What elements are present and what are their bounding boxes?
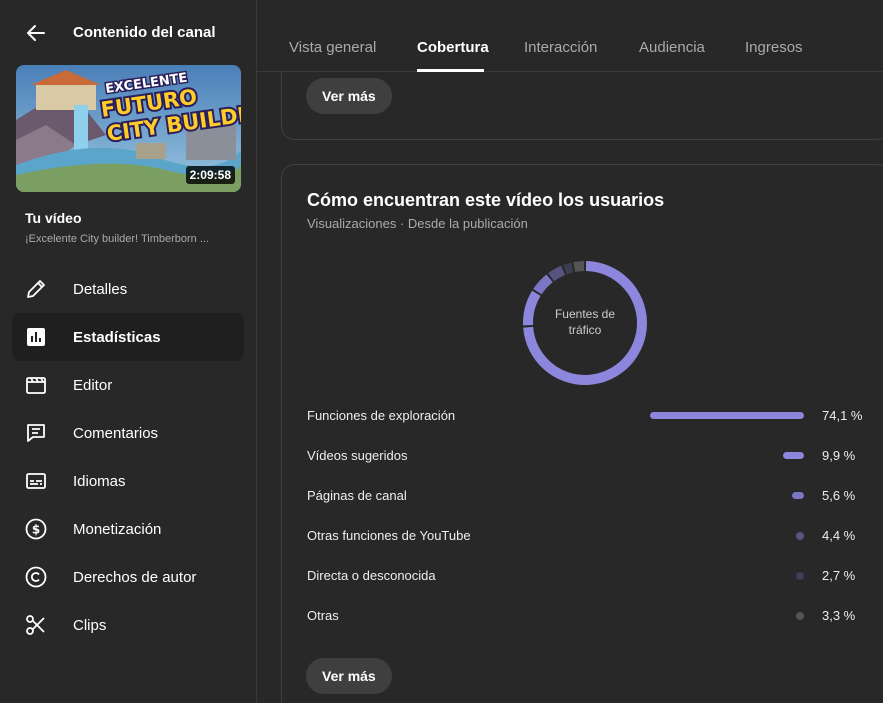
tab-cobertura[interactable]: Cobertura (417, 39, 489, 56)
traffic-source-bar (650, 412, 804, 419)
donut-slice (533, 274, 553, 295)
sidebar-item-clips[interactable]: Clips (0, 601, 256, 649)
main-content: Ver más Vista general Cobertura Interacc… (257, 0, 883, 703)
see-more-button[interactable]: Ver más (306, 658, 392, 694)
traffic-source-dot (796, 532, 804, 540)
traffic-source-row: Páginas de canal 5,6 % (282, 475, 883, 515)
sidebar-item-label: Derechos de autor (73, 569, 197, 586)
sidebar-item-label: Monetización (73, 521, 162, 538)
traffic-source-label: Otras funciones de YouTube (307, 528, 471, 543)
sidebar: Contenido del canal EXCELENTE FUTURO CIT… (0, 0, 257, 703)
sidebar-item-label: Detalles (73, 281, 128, 298)
traffic-source-bar (783, 452, 804, 459)
traffic-source-row: Vídeos sugeridos 9,9 % (282, 435, 883, 475)
arrow-back-icon (27, 25, 45, 41)
traffic-source-label: Directa o desconocida (307, 568, 436, 583)
subtitles-icon (24, 469, 48, 493)
sidebar-nav: Detalles Estadísticas Editor Comentarios (0, 265, 256, 649)
pencil-icon (24, 277, 48, 301)
traffic-source-percent: 9,9 % (822, 448, 856, 463)
sidebar-item-monetizacion[interactable]: $ Monetización (0, 505, 256, 553)
traffic-source-row: Otras funciones de YouTube 4,4 % (282, 515, 883, 555)
card-subtitle: Visualizaciones · Desde la publicación (307, 216, 528, 231)
sidebar-item-label: Comentarios (73, 425, 159, 442)
traffic-source-dot (796, 572, 804, 580)
traffic-source-label: Funciones de exploración (307, 408, 456, 423)
donut-slice (563, 262, 574, 275)
video-duration: 2:09:58 (185, 166, 235, 184)
tab-interaccion[interactable]: Interacción (524, 39, 597, 56)
active-tab-indicator (417, 69, 484, 72)
traffic-source-bar (792, 492, 804, 499)
sidebar-item-label: Clips (73, 617, 107, 634)
app: Contenido del canal EXCELENTE FUTURO CIT… (0, 0, 883, 703)
dollar-icon: $ (24, 517, 48, 541)
traffic-source-row: Funciones de exploración 74,1 % (282, 395, 883, 435)
scissors-icon (24, 613, 48, 637)
analytics-icon (24, 325, 48, 349)
copyright-icon (24, 565, 48, 589)
sidebar-header: Contenido del canal (0, 0, 256, 64)
tab-vista-general[interactable]: Vista general (289, 39, 376, 56)
comment-icon (24, 421, 48, 445)
traffic-sources-card: Cómo encuentran este vídeo los usuarios … (281, 164, 883, 703)
your-video-label: Tu vídeo (25, 210, 82, 226)
traffic-source-percent: 2,7 % (822, 568, 856, 583)
video-thumbnail[interactable]: EXCELENTE FUTURO CITY BUILDER 2:09:58 (16, 65, 241, 192)
traffic-source-label: Otras (307, 608, 339, 623)
sidebar-item-label: Idiomas (73, 473, 126, 490)
sidebar-item-idiomas[interactable]: Idiomas (0, 457, 256, 505)
traffic-source-label: Páginas de canal (307, 488, 407, 503)
traffic-source-percent: 3,3 % (822, 608, 856, 623)
traffic-source-row: Directa o desconocida 2,7 % (282, 555, 883, 595)
previous-card: Ver más (281, 60, 883, 140)
video-title: ¡Excelente City builder! Timberborn ... (25, 233, 210, 245)
sidebar-item-derechos-de-autor[interactable]: Derechos de autor (0, 553, 256, 601)
sidebar-item-label: Estadísticas (73, 329, 161, 346)
traffic-source-dot (796, 612, 804, 620)
traffic-source-percent: 4,4 % (822, 528, 856, 543)
donut-slice (548, 265, 566, 282)
sidebar-item-estadisticas[interactable]: Estadísticas (0, 313, 256, 361)
sidebar-item-editor[interactable]: Editor (0, 361, 256, 409)
traffic-source-label: Vídeos sugeridos (307, 448, 408, 463)
svg-text:$: $ (32, 523, 40, 537)
tab-ingresos[interactable]: Ingresos (745, 39, 803, 56)
back-button[interactable] (20, 17, 52, 49)
see-more-button-top[interactable]: Ver más (306, 78, 392, 114)
clapperboard-icon (24, 373, 48, 397)
sidebar-title: Contenido del canal (73, 24, 216, 41)
donut-center-label: Fuentes de tráfico (554, 307, 616, 337)
analytics-tabs: Vista general Cobertura Interacción Audi… (257, 0, 883, 72)
sidebar-item-comentarios[interactable]: Comentarios (0, 409, 256, 457)
traffic-source-row: Otras 3,3 % (282, 595, 883, 635)
sidebar-item-label: Editor (73, 377, 113, 394)
traffic-source-percent: 5,6 % (822, 488, 856, 503)
sidebar-item-detalles[interactable]: Detalles (0, 265, 256, 313)
traffic-source-percent: 74,1 % (822, 408, 863, 423)
tab-audiencia[interactable]: Audiencia (639, 39, 705, 56)
donut-slice (573, 261, 585, 272)
card-title: Cómo encuentran este vídeo los usuarios (307, 190, 665, 210)
